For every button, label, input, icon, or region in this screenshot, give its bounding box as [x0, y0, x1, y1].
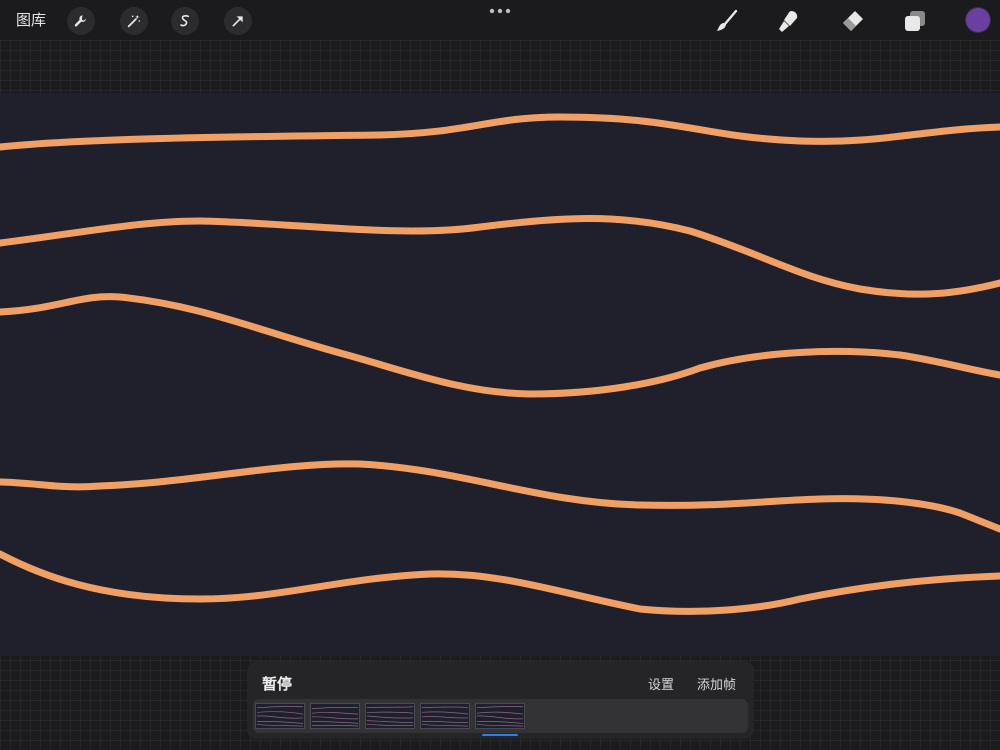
- layers-button[interactable]: [900, 6, 930, 36]
- frame-thumbnail-2[interactable]: [310, 703, 360, 729]
- selection-button[interactable]: [171, 7, 199, 35]
- brush-icon: [717, 9, 738, 31]
- frame-preview: [256, 706, 304, 727]
- top-toolbar: 图库: [0, 0, 1000, 40]
- wave-stroke-3: [0, 293, 1000, 398]
- frame-preview: [421, 706, 469, 727]
- add-frame-button[interactable]: 添加帧: [697, 674, 736, 693]
- gallery-button[interactable]: 图库: [16, 9, 46, 31]
- actions-button[interactable]: [67, 7, 95, 35]
- frame-thumbnail-1[interactable]: [255, 703, 305, 729]
- active-frame-indicator: [482, 734, 518, 736]
- wave-stroke-2: [0, 215, 1000, 298]
- settings-button[interactable]: 设置: [648, 674, 674, 693]
- smudge-tool-button[interactable]: [774, 6, 804, 36]
- transform-arrow-icon: [232, 16, 243, 27]
- ellipsis-icon: [489, 8, 511, 14]
- wave-stroke-1: [0, 113, 1000, 151]
- animation-assist-panel: 暂停 设置 添加帧: [247, 661, 754, 739]
- color-picker-button[interactable]: [966, 8, 990, 32]
- frame-thumbnail-5[interactable]: [475, 703, 525, 729]
- magic-wand-icon: [127, 15, 141, 28]
- eraser-tool-button[interactable]: [837, 6, 867, 36]
- frame-thumbnail-4[interactable]: [420, 703, 470, 729]
- selection-s-icon: [180, 15, 190, 27]
- eraser-icon: [843, 11, 863, 31]
- canvas-strokes: [0, 113, 1000, 615]
- frame-preview: [311, 706, 359, 727]
- frame-thumbnail-3[interactable]: [365, 703, 415, 729]
- layers-icon: [905, 11, 925, 31]
- frame-preview: [366, 706, 414, 726]
- play-pause-button[interactable]: 暂停: [262, 673, 292, 694]
- frame-timeline[interactable]: [253, 699, 748, 733]
- smudge-icon: [779, 11, 798, 32]
- wave-stroke-4: [0, 460, 1000, 533]
- transform-button[interactable]: [224, 7, 252, 35]
- brush-tool-button[interactable]: [712, 6, 742, 36]
- more-options-button[interactable]: [486, 4, 514, 18]
- drawing-canvas[interactable]: [0, 93, 1000, 656]
- frame-preview: [476, 706, 524, 727]
- adjustments-button[interactable]: [120, 7, 148, 35]
- wave-stroke-5: [0, 550, 1000, 615]
- wrench-icon: [74, 15, 86, 27]
